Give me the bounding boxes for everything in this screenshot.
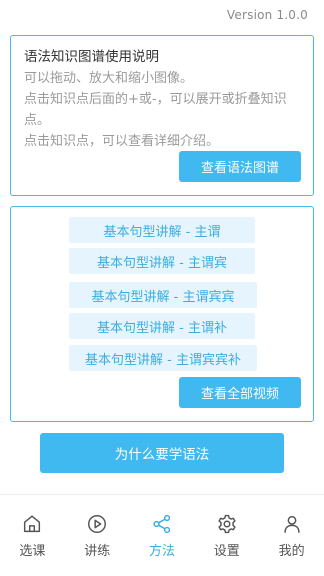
guide-line: 点击知识点，可以查看详细介绍。 <box>24 134 220 149</box>
share-icon <box>153 514 171 534</box>
lesson-item[interactable]: 基本句型讲解 - 主谓宾宾补 <box>69 345 257 371</box>
tab-label: 讲练 <box>84 544 111 559</box>
lesson-item[interactable]: 基本句型讲解 - 主谓宾宾 <box>69 282 257 308</box>
gear-icon <box>218 514 236 534</box>
tab-profile[interactable]: 我的 <box>259 495 324 576</box>
tab-label: 我的 <box>278 544 305 559</box>
tab-settings[interactable]: 设置 <box>194 495 259 576</box>
lesson-item[interactable]: 基本句型讲解 - 主谓 <box>69 217 255 243</box>
lesson-item[interactable]: 基本句型讲解 - 主谓补 <box>69 313 255 339</box>
tab-label: 设置 <box>213 544 240 559</box>
lesson-item[interactable]: 基本句型讲解 - 主谓宾 <box>69 248 255 274</box>
tab-label: 方法 <box>148 544 175 559</box>
play-icon <box>88 515 107 533</box>
person-icon <box>283 515 300 533</box>
tab-methods[interactable]: 方法 <box>130 495 195 576</box>
view-grammar-map-button[interactable]: 查看语法图谱 <box>179 151 301 182</box>
guide-line: 可以拖动、放大和缩小图像。 <box>24 71 194 86</box>
tab-courses[interactable]: 选课 <box>0 495 65 576</box>
why-learn-grammar-button[interactable]: 为什么要学语法 <box>40 433 284 473</box>
tab-practice[interactable]: 讲练 <box>65 495 130 576</box>
guide-title: 语法知识图谱使用说明 <box>24 49 159 65</box>
grammar-guide-card: 语法知识图谱使用说明 可以拖动、放大和缩小图像。 点击知识点后面的+或-，可以展… <box>10 35 314 196</box>
lesson-list-card: 基本句型讲解 - 主谓 基本句型讲解 - 主谓宾 基本句型讲解 - 主谓宾宾 基… <box>10 206 314 422</box>
view-all-videos-button[interactable]: 查看全部视频 <box>179 377 301 408</box>
guide-line: 点击知识点后面的+或-，可以展开或折叠知识点。 <box>24 92 287 128</box>
tab-label: 选课 <box>19 544 46 559</box>
guide-description: 可以拖动、放大和缩小图像。 点击知识点后面的+或-，可以展开或折叠知识点。 点击… <box>24 68 303 152</box>
version-label: Version 1.0.0 <box>226 8 308 22</box>
home-icon <box>24 515 41 533</box>
bottom-tab-bar: 选课 讲练 方法 设置 我的 <box>0 494 324 576</box>
